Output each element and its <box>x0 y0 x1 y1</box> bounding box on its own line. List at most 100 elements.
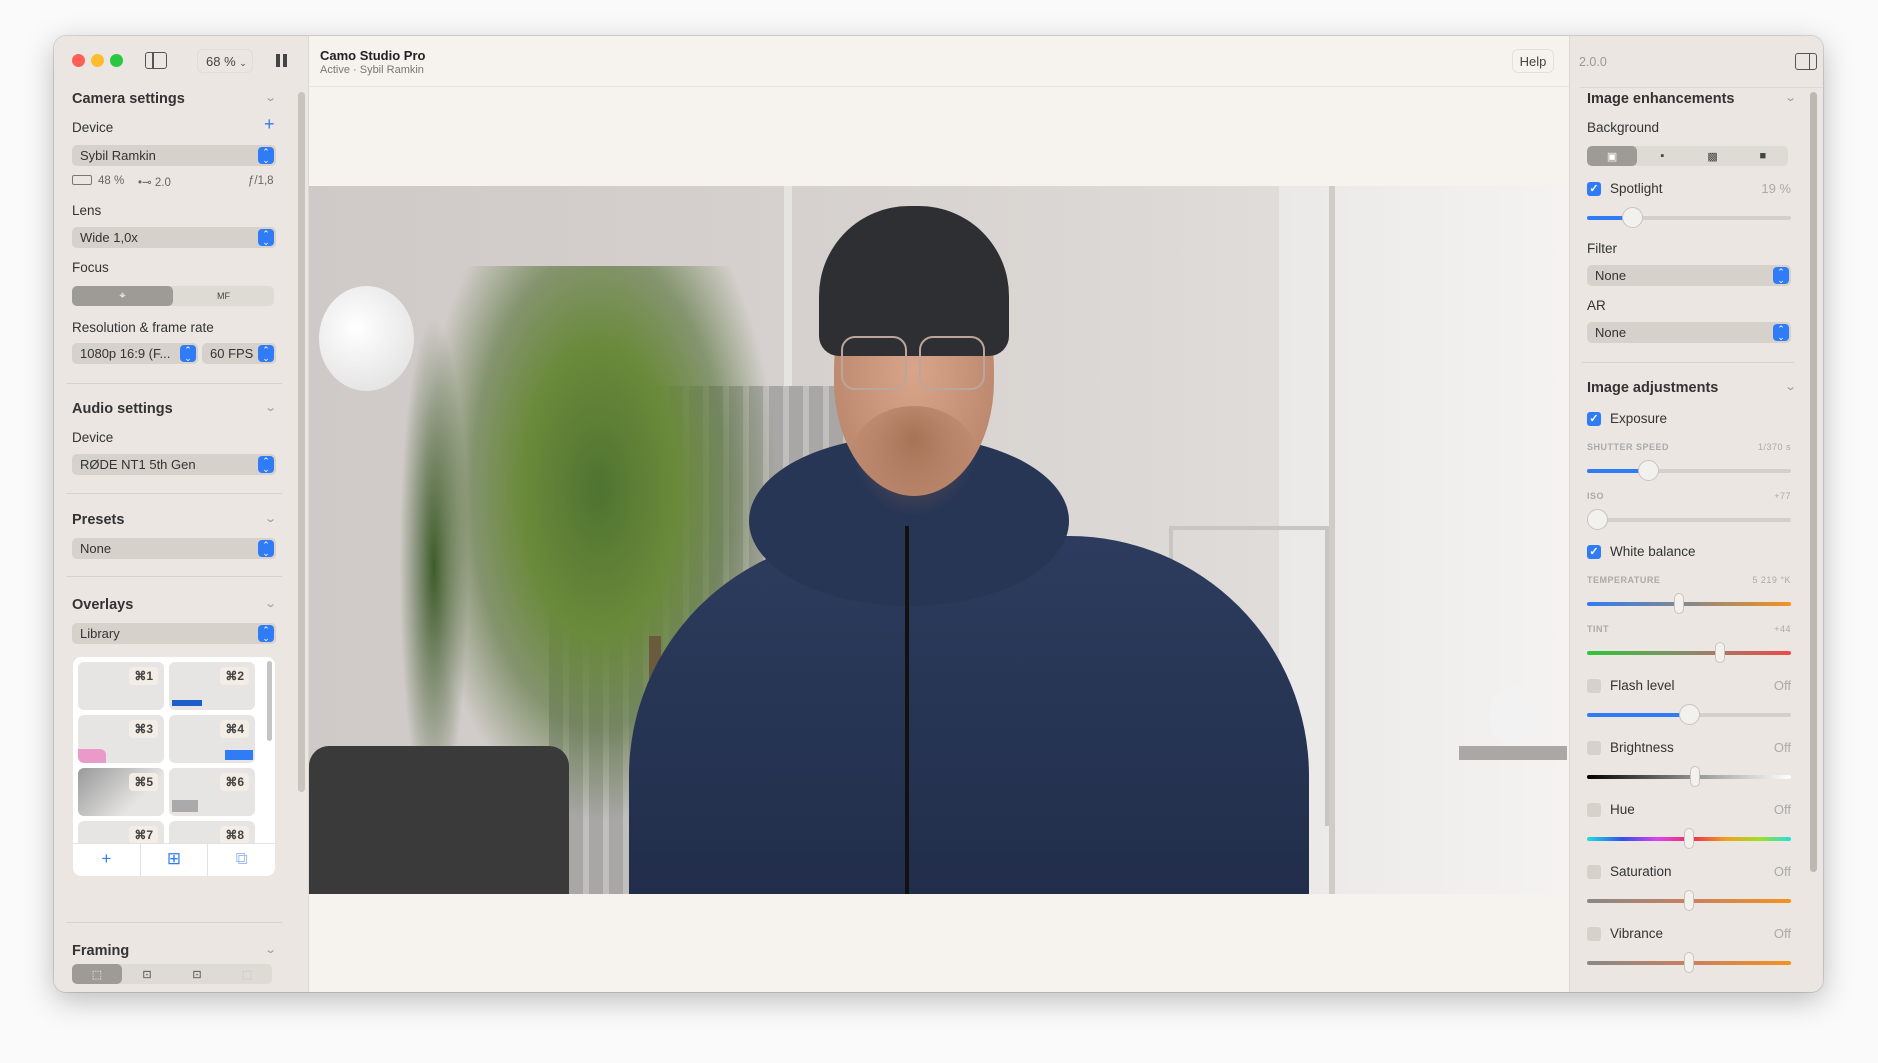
exposure-checkbox[interactable]: ✓ <box>1587 412 1601 426</box>
vibrance-slider[interactable] <box>1587 952 1791 973</box>
resolution-select[interactable]: 1080p 16:9 (F... ⌃ ⌄ <box>72 343 198 364</box>
slider-knob[interactable] <box>1714 642 1725 663</box>
presets-select[interactable]: None ⌃ ⌄ <box>72 538 276 559</box>
spotlight-value: 19 % <box>1761 181 1791 196</box>
flash-level-slider[interactable] <box>1587 704 1791 725</box>
brightness-value: Off <box>1773 740 1791 755</box>
spotlight-slider[interactable] <box>1587 207 1791 228</box>
slider-knob[interactable] <box>1673 593 1684 614</box>
hue-value: Off <box>1773 802 1791 817</box>
slider-knob[interactable] <box>1638 460 1660 481</box>
slider-knob[interactable] <box>1684 828 1694 849</box>
minimize-button[interactable] <box>91 54 104 67</box>
sidebar-scrollbar[interactable] <box>298 92 305 792</box>
saturation-checkbox[interactable] <box>1587 865 1601 879</box>
slider-track[interactable] <box>1587 766 1791 787</box>
center-stage-icon[interactable]: ⊡ <box>122 964 172 984</box>
fps-select[interactable]: 60 FPS ⌃ ⌄ <box>202 343 276 364</box>
slider-track[interactable] <box>1587 207 1791 228</box>
manual-framing-icon[interactable]: ⬚ <box>72 964 122 984</box>
sidebar-toggle-icon[interactable] <box>145 52 167 69</box>
slider-track[interactable] <box>1587 828 1791 849</box>
add-device-icon[interactable]: + <box>264 114 275 135</box>
slider-track[interactable] <box>1587 952 1791 973</box>
brightness-checkbox[interactable] <box>1587 741 1601 755</box>
inspector-toggle-icon[interactable] <box>1795 53 1817 70</box>
overlays-source-select[interactable]: Library ⌃ ⌄ <box>72 623 276 644</box>
manual-focus-icon[interactable]: MF <box>173 286 274 306</box>
hue-checkbox[interactable] <box>1587 803 1601 817</box>
exposure-label: Exposure <box>1610 411 1668 426</box>
iso-value: +77 <box>1774 491 1791 501</box>
overlay-tile[interactable]: ⌘4 <box>169 715 255 763</box>
app-window: 68 % ⌄ Camera settings ⌄ Device + Sybil … <box>54 36 1823 992</box>
background-segmented-control[interactable]: ▣ ▪ ▩ ■ <box>1587 146 1788 166</box>
chevron-down-icon[interactable]: ⌄ <box>264 597 277 610</box>
help-button[interactable]: Help <box>1512 49 1554 73</box>
chevron-down-icon[interactable]: ⌄ <box>264 401 277 414</box>
slider-knob[interactable] <box>1621 207 1643 228</box>
overlay-tile[interactable]: ⌘2 <box>169 662 255 710</box>
chevron-down-icon[interactable]: ⌄ <box>1784 91 1797 104</box>
zoom-dropdown[interactable]: 68 % ⌄ <box>197 49 253 73</box>
tint-slider[interactable] <box>1587 642 1791 663</box>
hue-slider[interactable] <box>1587 828 1791 849</box>
background-remove-icon[interactable]: ■ <box>1738 146 1788 166</box>
slider-track[interactable] <box>1587 593 1791 614</box>
slider-track[interactable] <box>1587 890 1791 911</box>
zoom-button[interactable] <box>110 54 123 67</box>
overlay-tile[interactable]: ⌘6 <box>169 768 255 816</box>
framing-segmented-control[interactable]: ⬚ ⊡ ⊡ ⬚ <box>72 964 272 984</box>
iso-slider[interactable] <box>1587 509 1791 530</box>
background-blur-icon[interactable]: ▪ <box>1637 146 1687 166</box>
overlay-scrollbar[interactable] <box>267 661 272 741</box>
divider <box>66 383 282 384</box>
slider-track[interactable] <box>1587 704 1791 725</box>
overlay-tile[interactable]: ⌘8 <box>169 821 255 843</box>
lens-select[interactable]: Wide 1,0x ⌃ ⌄ <box>72 227 276 248</box>
flash-level-checkbox[interactable] <box>1587 679 1601 693</box>
shutter-speed-slider[interactable] <box>1587 460 1791 481</box>
ar-select[interactable]: None ⌃ ⌄ <box>1587 322 1791 343</box>
filter-select[interactable]: None ⌃ ⌄ <box>1587 265 1791 286</box>
chevron-down-icon[interactable]: ⌄ <box>264 512 277 525</box>
inspector-scrollbar[interactable] <box>1810 92 1817 872</box>
slider-knob[interactable] <box>1690 766 1701 787</box>
spotlight-checkbox[interactable]: ✓ <box>1587 182 1601 196</box>
slider-track[interactable] <box>1587 642 1791 663</box>
add-overlay-button[interactable]: + <box>73 844 141 876</box>
slider-track[interactable] <box>1587 460 1791 481</box>
pause-icon[interactable] <box>276 54 280 67</box>
brightness-slider[interactable] <box>1587 766 1791 787</box>
vibrance-checkbox[interactable] <box>1587 927 1601 941</box>
version-label: 2.0.0 <box>1579 55 1607 69</box>
camera-device-select[interactable]: Sybil Ramkin ⌃ ⌄ <box>72 145 276 166</box>
hide-overlays-button[interactable]: ⧉ <box>208 844 275 876</box>
overlay-tile[interactable]: ⌘7 <box>78 821 164 843</box>
overlay-tile[interactable]: ⌘1 <box>78 662 164 710</box>
audio-device-select[interactable]: RØDE NT1 5th Gen ⌃ ⌄ <box>72 454 276 475</box>
slider-track[interactable] <box>1587 509 1791 530</box>
grid-view-button[interactable]: ⊞ <box>141 844 209 876</box>
focus-segmented-control[interactable]: ⌖ MF <box>72 286 274 306</box>
chevron-down-icon[interactable]: ⌄ <box>264 943 277 956</box>
autofocus-icon[interactable]: ⌖ <box>72 286 173 306</box>
focus-label: Focus <box>72 260 109 275</box>
audio-device-label: Device <box>72 430 114 445</box>
auto-framing-icon[interactable]: ⊡ <box>172 964 222 984</box>
background-replace-icon[interactable]: ▩ <box>1688 146 1738 166</box>
saturation-slider[interactable] <box>1587 890 1791 911</box>
slider-knob[interactable] <box>1684 952 1694 973</box>
overlay-tile[interactable]: ⌘3 <box>78 715 164 763</box>
slider-knob[interactable] <box>1679 704 1700 725</box>
overlay-tile[interactable]: ⌘5 <box>78 768 164 816</box>
chevron-down-icon[interactable]: ⌄ <box>1784 380 1797 393</box>
white-balance-checkbox[interactable]: ✓ <box>1587 545 1601 559</box>
background-none-icon[interactable]: ▣ <box>1587 146 1638 166</box>
temperature-slider[interactable] <box>1587 593 1791 614</box>
chevron-down-icon[interactable]: ⌄ <box>264 91 277 104</box>
custom-framing-icon[interactable]: ⬚ <box>222 964 272 984</box>
close-button[interactable] <box>72 54 85 67</box>
slider-knob[interactable] <box>1684 890 1694 911</box>
slider-knob[interactable] <box>1587 509 1609 530</box>
